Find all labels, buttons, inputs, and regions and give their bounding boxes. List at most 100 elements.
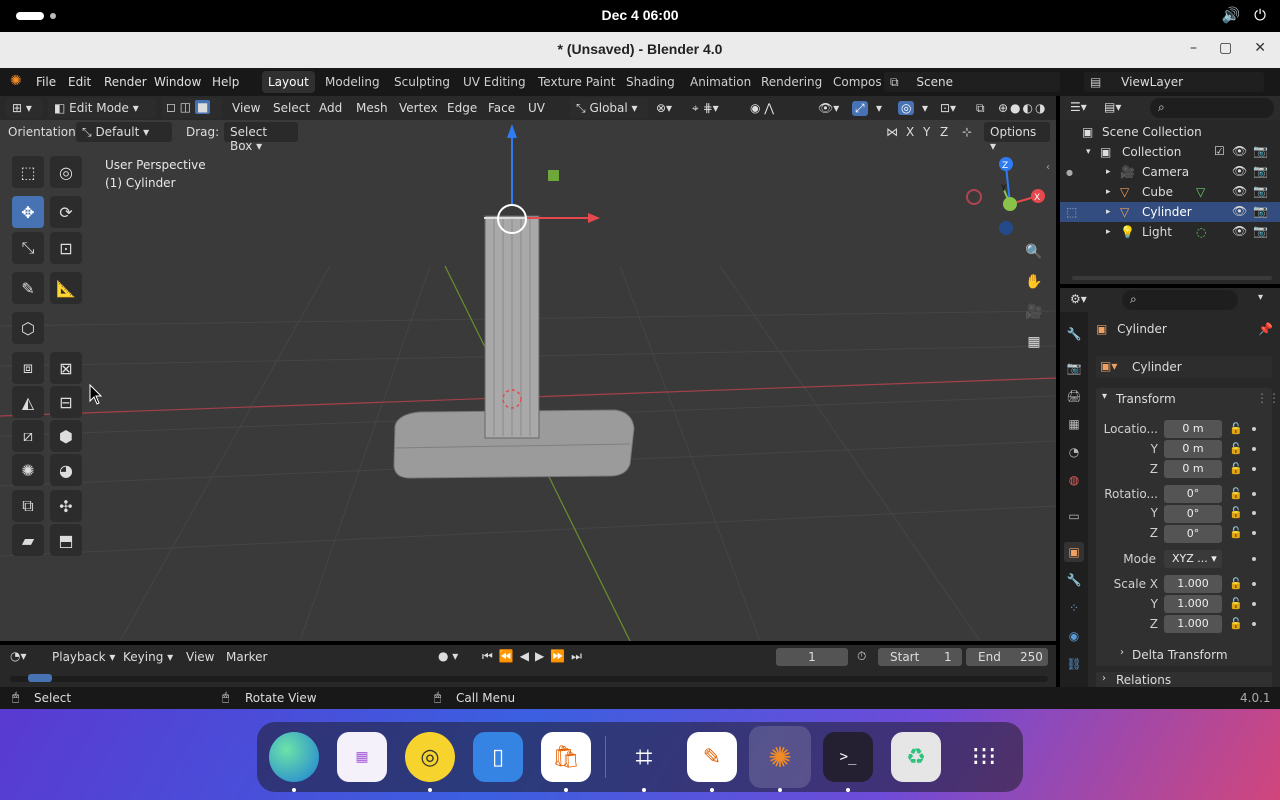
loop-cut-tool[interactable]: ⊟ — [50, 386, 82, 418]
lock-icon[interactable]: 🔓 — [1229, 526, 1243, 539]
menu-file[interactable]: File — [36, 75, 56, 89]
mirror-icon[interactable]: ⋈ — [886, 125, 898, 139]
menu-marker[interactable]: Marker — [226, 650, 267, 664]
mirror-z-toggle[interactable]: Z — [940, 125, 948, 139]
3d-viewport[interactable]: Z Y X ⊞ ▾ ◧ Edit Mode ▾ ◻ ◫ ■ View Selec… — [0, 96, 1056, 641]
expand-icon[interactable]: ▸ — [1106, 167, 1111, 177]
outliner-cube[interactable]: ▸ ▽ Cube ▽ 👁 📷 — [1060, 182, 1280, 202]
menu-view[interactable]: View — [232, 101, 260, 115]
camera-view-icon[interactable]: 🎥 — [1020, 298, 1048, 326]
shading-mode-icons[interactable]: ⊕●◐◑ — [998, 101, 1047, 115]
lock-icon[interactable]: 🔓 — [1229, 506, 1243, 519]
transform-tool[interactable]: ⊡ — [50, 232, 82, 264]
knife-tool[interactable]: ⧄ — [12, 420, 44, 452]
pan-hand-icon[interactable]: ✋ — [1020, 268, 1048, 296]
scale-y-field[interactable]: 1.000 — [1164, 595, 1222, 613]
poly-build-tool[interactable]: ⬢ — [50, 420, 82, 452]
nav-gizmo-y[interactable] — [1003, 197, 1017, 211]
keyframe-dot[interactable] — [1252, 447, 1256, 451]
keyframe-dot[interactable] — [1252, 531, 1256, 535]
expand-icon[interactable]: ▾ — [1086, 147, 1091, 157]
properties-editor-icon[interactable]: ⚙▾ — [1070, 292, 1087, 306]
rotate-tool[interactable]: ⟳ — [50, 196, 82, 228]
overlays-dropdown-icon[interactable]: ▾ — [922, 101, 928, 115]
lock-icon[interactable]: 🔓 — [1229, 422, 1243, 435]
relations-panel[interactable]: › Relations — [1096, 672, 1272, 688]
outliner-collection[interactable]: ▾ ▣ Collection ☑ 👁 📷 — [1060, 142, 1280, 162]
trash-icon[interactable]: ♻ — [891, 732, 941, 782]
outliner-light[interactable]: ▸ 💡 Light ◌ 👁 📷 — [1060, 222, 1280, 242]
lock-icon[interactable]: 🔓 — [1229, 462, 1243, 475]
lock-icon[interactable]: 🔓 — [1229, 442, 1243, 455]
menu-uv[interactable]: UV — [528, 101, 545, 115]
expand-icon[interactable]: ▸ — [1106, 227, 1111, 237]
add-cube-tool[interactable]: ⬡ — [12, 312, 44, 344]
tab-layout[interactable]: Layout — [262, 71, 315, 93]
select-box-tool[interactable]: ⬚ — [12, 156, 44, 188]
edge-select-icon[interactable]: ◫ — [180, 100, 191, 114]
location-x-field[interactable]: 0 m — [1164, 420, 1222, 438]
perspective-grid-icon[interactable]: ▦ — [1020, 328, 1048, 356]
calendar-app-icon[interactable]: ▦ — [337, 732, 387, 782]
nav-gizmo-neg-x[interactable] — [966, 189, 982, 205]
smooth-tool[interactable]: ◕ — [50, 454, 82, 486]
keyframe-dot[interactable] — [1252, 622, 1256, 626]
face-select-icon[interactable]: ■ — [194, 100, 211, 114]
menu-edit[interactable]: Edit — [68, 75, 91, 89]
proportional-edit-icon[interactable]: ◉ ⋀ — [750, 101, 774, 115]
tool-tab-icon[interactable]: 🔧 — [1064, 324, 1084, 344]
editor-type-button[interactable]: ⊞ ▾ — [6, 98, 42, 118]
render-camera-icon[interactable]: 📷 — [1253, 204, 1268, 218]
object-name-field[interactable]: ▣▾ Cylinder — [1096, 356, 1272, 378]
system-clock[interactable]: Dec 4 06:00 — [0, 7, 1280, 23]
app-grid-icon[interactable]: ⁝⁝⁝ — [959, 732, 1009, 782]
expand-icon[interactable]: ▸ — [1106, 207, 1111, 217]
menu-select[interactable]: Select — [273, 101, 310, 115]
render-camera-icon[interactable]: 📷 — [1253, 224, 1268, 238]
move-gizmo-x-arrow[interactable] — [588, 213, 600, 223]
rip-region-tool[interactable]: ⬒ — [50, 524, 82, 556]
measure-tool[interactable]: 📐 — [50, 272, 82, 304]
end-frame-field[interactable]: End 250 — [966, 648, 1048, 666]
eye-icon[interactable]: 👁 — [1232, 144, 1247, 158]
outliner-scene-collection[interactable]: ▣ Scene Collection — [1060, 122, 1280, 142]
window-title-bar[interactable]: * (Unsaved) - Blender 4.0 – ▢ ✕ — [0, 32, 1280, 68]
gizmo-dropdown-icon[interactable]: ▾ — [876, 101, 882, 115]
keyframe-dot[interactable] — [1252, 557, 1256, 561]
move-gizmo-plane[interactable] — [548, 170, 559, 181]
vertex-select-icon[interactable]: ◻ — [166, 100, 176, 114]
keyframe-dot[interactable] — [1252, 427, 1256, 431]
eye-icon[interactable]: 👁 — [1232, 204, 1247, 218]
output-tab-icon[interactable]: 🖨 — [1064, 386, 1084, 406]
menu-add[interactable]: Add — [319, 101, 342, 115]
mesh-edit-overlays-icon[interactable]: ⊡▾ — [940, 101, 956, 115]
nav-gizmo-neg-z[interactable] — [999, 221, 1013, 235]
world-tab-icon[interactable]: ◍ — [1064, 470, 1084, 490]
constraints-tab-icon[interactable]: ⛓ — [1064, 654, 1084, 674]
shear-tool[interactable]: ▰ — [12, 524, 44, 556]
eye-icon[interactable]: 👁 — [1232, 184, 1247, 198]
annotate-tool[interactable]: ✎ — [12, 272, 44, 304]
lock-icon[interactable]: 🔓 — [1229, 487, 1243, 500]
power-icon[interactable]: ⏻ — [1254, 6, 1266, 24]
checkbox-icon[interactable]: ☑ — [1214, 144, 1225, 158]
music-app-icon[interactable]: ◎ — [405, 732, 455, 782]
software-store-icon[interactable]: 🛍 — [541, 732, 591, 782]
screenshot-tool-icon[interactable]: ⌗ — [619, 732, 669, 782]
properties-search[interactable]: ⌕ — [1122, 290, 1238, 310]
tab-animation[interactable]: Animation — [684, 71, 757, 93]
sidebar-toggle-icon[interactable]: ‹ — [1046, 162, 1050, 173]
cursor-tool[interactable]: ◎ — [50, 156, 82, 188]
scale-tool[interactable]: ⤡ — [12, 232, 44, 264]
menu-mesh[interactable]: Mesh — [356, 101, 388, 115]
display-mode-icon[interactable]: ▤▾ — [1104, 100, 1121, 114]
playhead[interactable] — [28, 674, 52, 682]
minimize-button[interactable]: – — [1190, 40, 1197, 56]
extrude-region-tool[interactable]: ⧈ — [12, 352, 44, 384]
maximize-button[interactable]: ▢ — [1219, 40, 1232, 56]
current-frame-field[interactable]: 1 — [776, 648, 848, 666]
auto-merge-icon[interactable]: ⊹ — [962, 125, 972, 139]
lock-icon[interactable]: 🔓 — [1229, 597, 1243, 610]
terminal-app-icon[interactable]: >_ — [823, 732, 873, 782]
edge-slide-tool[interactable]: ⧉ — [12, 490, 44, 522]
